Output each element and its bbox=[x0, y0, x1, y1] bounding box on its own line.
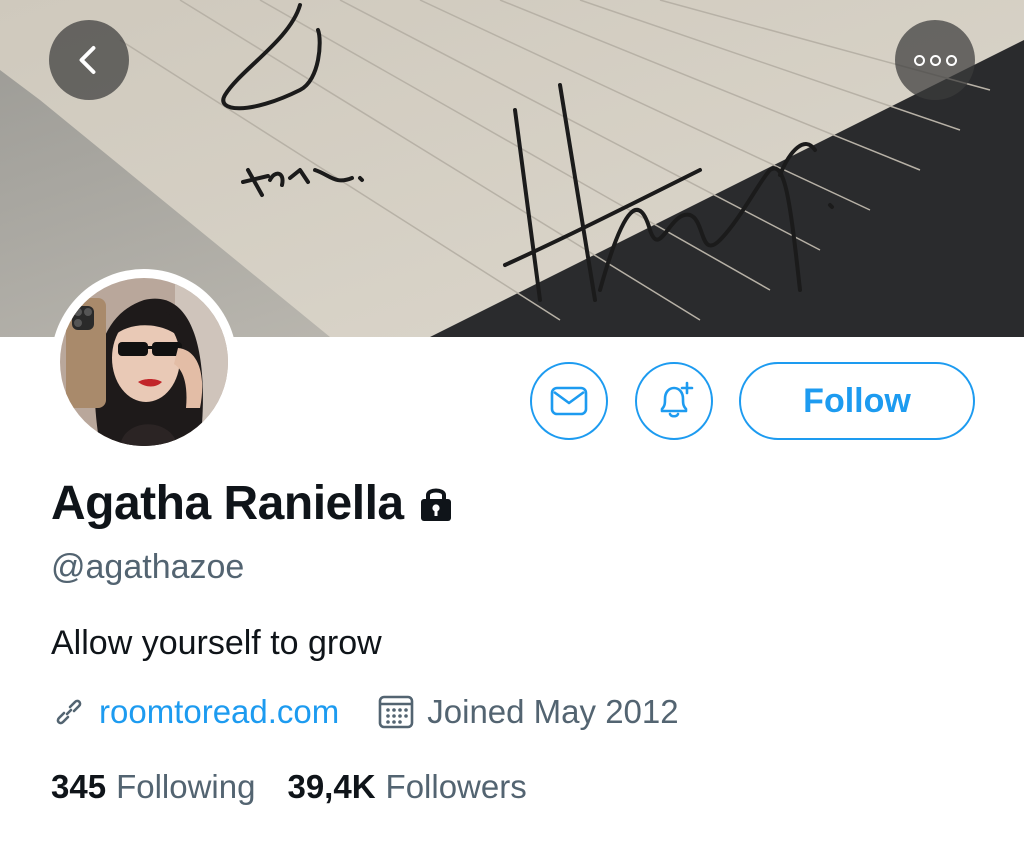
following-label: Following bbox=[116, 768, 256, 805]
website-link[interactable]: roomtoread.com bbox=[99, 693, 339, 731]
following-count: 345 bbox=[51, 768, 107, 805]
profile-meta: roomtoread.com Joined May 2012 bbox=[51, 693, 679, 731]
lock-icon bbox=[420, 488, 451, 521]
more-icon bbox=[913, 54, 957, 66]
back-button[interactable] bbox=[49, 20, 129, 100]
message-button[interactable] bbox=[530, 362, 608, 440]
calendar-icon bbox=[377, 693, 415, 731]
avatar-photo bbox=[60, 278, 228, 446]
joined-date: Joined May 2012 bbox=[427, 693, 679, 730]
chevron-left-icon bbox=[79, 46, 96, 74]
profile-name-row: Agatha Raniella bbox=[51, 476, 454, 531]
profile-stats: 345 Following 39,4K Followers bbox=[51, 768, 527, 806]
profile-handle: @agathazoe bbox=[51, 548, 245, 586]
follow-button[interactable]: Follow bbox=[739, 362, 975, 440]
avatar[interactable] bbox=[51, 269, 237, 455]
profile-name: Agatha Raniella bbox=[51, 477, 404, 530]
followers-count: 39,4K bbox=[287, 768, 376, 805]
profile-bio: Allow yourself to grow bbox=[51, 624, 382, 662]
followers-label: Followers bbox=[385, 768, 527, 805]
mail-icon bbox=[550, 386, 588, 416]
followers-stat[interactable]: 39,4K Followers bbox=[287, 768, 526, 806]
notifications-button[interactable] bbox=[635, 362, 713, 440]
bell-plus-icon bbox=[660, 381, 694, 418]
following-stat[interactable]: 345 Following bbox=[51, 768, 255, 806]
more-button[interactable] bbox=[895, 20, 975, 100]
link-icon bbox=[56, 699, 82, 725]
